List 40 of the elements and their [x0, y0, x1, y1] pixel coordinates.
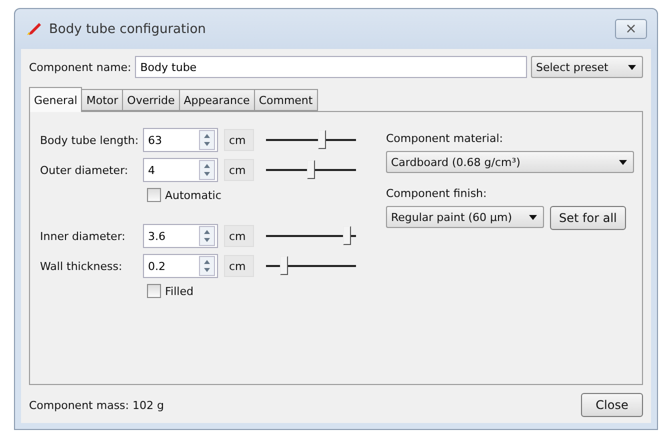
material-dropdown[interactable]: Cardboard (0.68 g/cm³)	[386, 151, 634, 173]
spinner-arrows-icon[interactable]	[199, 160, 215, 180]
checkbox[interactable]	[147, 188, 161, 202]
field-label: Outer diameter:	[40, 164, 130, 176]
unit-label: cm	[224, 225, 254, 247]
field-label: Inner diameter:	[40, 230, 126, 242]
spinner-arrows-icon[interactable]	[199, 130, 215, 150]
slider[interactable]	[266, 158, 356, 182]
slider[interactable]	[266, 224, 356, 248]
checkbox[interactable]	[147, 284, 161, 298]
unit-label: cm	[224, 255, 254, 277]
caret-icon	[628, 64, 636, 70]
tab[interactable]: General	[29, 87, 82, 112]
slider[interactable]	[266, 128, 356, 152]
tab[interactable]: Motor	[81, 89, 124, 111]
input-field[interactable]: Body tube	[135, 56, 527, 78]
spinner-arrows-icon[interactable]	[199, 226, 215, 246]
field-label: Component name:	[29, 60, 132, 74]
caret-icon	[619, 160, 627, 164]
spinner-arrows-icon[interactable]	[199, 256, 215, 276]
tab[interactable]: Comment	[254, 89, 318, 111]
material-label: Component material:	[386, 132, 504, 145]
unit-label: cm	[224, 159, 254, 181]
caret-icon	[529, 214, 537, 220]
close-button[interactable]: Close	[581, 393, 643, 417]
field-label: Wall thickness:	[40, 260, 124, 272]
checkbox-label: Filled	[165, 284, 194, 298]
finish-dropdown[interactable]: Regular paint (60 µm)	[386, 206, 544, 228]
tab[interactable]: Override	[122, 89, 180, 111]
preset-dropdown[interactable]: Select preset	[531, 56, 643, 78]
checkbox-label: Automatic	[165, 188, 222, 202]
window-title: Body tube configuration	[49, 22, 207, 36]
finish-label: Component finish:	[386, 187, 488, 200]
slider[interactable]	[266, 254, 356, 278]
field-label: Body tube length:	[40, 134, 140, 146]
mass-label: Component mass: 102 g	[29, 398, 164, 412]
close-button[interactable]: ×	[615, 19, 647, 39]
tab[interactable]: Appearance	[178, 89, 255, 111]
unit-label: cm	[224, 129, 254, 151]
set-for-all-button[interactable]: Set for all	[550, 206, 626, 230]
